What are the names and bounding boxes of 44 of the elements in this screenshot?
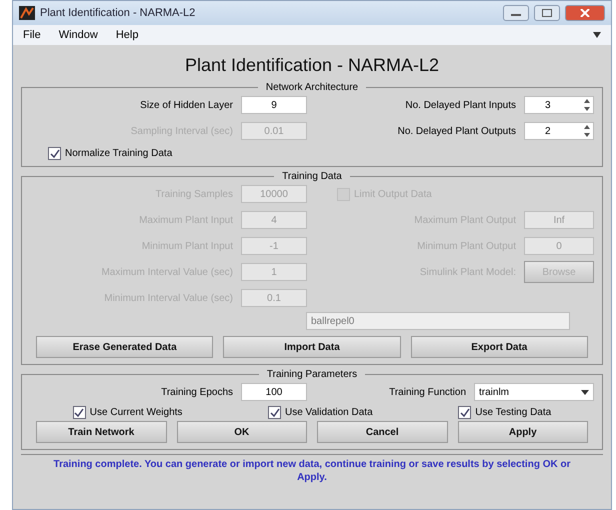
normalize-checkbox[interactable]: Normalize Training Data xyxy=(30,141,594,162)
checkmark-icon xyxy=(460,408,470,418)
panel-title: Training Parameters xyxy=(266,369,358,380)
panel-title: Network Architecture xyxy=(264,82,360,93)
maximize-button[interactable] xyxy=(534,5,560,21)
action-button[interactable]: Cancel xyxy=(317,421,448,443)
action-button[interactable]: Export Data xyxy=(410,336,588,358)
spinner-arrows-icon[interactable] xyxy=(583,97,591,113)
field-label: Size of Hidden Layer xyxy=(140,100,233,110)
action-button[interactable]: Apply xyxy=(458,421,588,443)
checkmark-icon xyxy=(50,148,60,158)
spinner-field[interactable]: 3 xyxy=(524,96,594,114)
field-label: No. Delayed Plant Outputs xyxy=(398,126,516,136)
panel-title: Training Data xyxy=(281,171,343,182)
option-checkbox[interactable]: Use Current Weights xyxy=(72,402,182,419)
dropdown-arrow-icon[interactable] xyxy=(581,390,589,394)
app-icon xyxy=(19,6,35,20)
window-title: Plant Identification - NARMA-L2 xyxy=(40,7,196,19)
action-button[interactable]: OK xyxy=(176,421,307,443)
field-label: Training Function xyxy=(389,386,466,398)
input-field[interactable]: 100 xyxy=(241,383,307,401)
menu-item[interactable]: File xyxy=(23,29,41,41)
status-message: Training complete. You can generate or import new data, continue training or save results by selecting OK or Apply. xyxy=(21,454,603,487)
menu-item[interactable]: Help xyxy=(116,29,138,41)
action-button[interactable]: Erase Generated Data xyxy=(36,336,214,358)
close-icon xyxy=(580,9,590,17)
option-checkbox[interactable]: Use Validation Data xyxy=(268,402,373,419)
spinner-arrows-icon[interactable] xyxy=(583,123,591,139)
checkmark-icon xyxy=(270,408,280,418)
action-button[interactable]: Import Data xyxy=(223,336,401,358)
option-checkbox[interactable]: Use Testing Data xyxy=(458,402,552,419)
minimize-button[interactable] xyxy=(503,5,529,21)
menu-item[interactable]: Window xyxy=(58,29,98,41)
action-button[interactable]: Train Network xyxy=(36,421,166,443)
field-label: No. Delayed Plant Inputs xyxy=(405,100,516,110)
spinner-field[interactable]: 2 xyxy=(524,122,594,140)
input-field[interactable]: 9 xyxy=(241,96,307,114)
field-label: Training Epochs xyxy=(161,386,233,398)
checkmark-icon xyxy=(74,408,84,418)
chevron-icon[interactable] xyxy=(593,32,601,38)
close-button[interactable] xyxy=(565,5,605,21)
dropdown[interactable]: trainlm xyxy=(474,383,594,401)
maximize-icon xyxy=(542,9,552,17)
dialog-heading: Plant Identification - NARMA-L2 xyxy=(184,54,440,77)
